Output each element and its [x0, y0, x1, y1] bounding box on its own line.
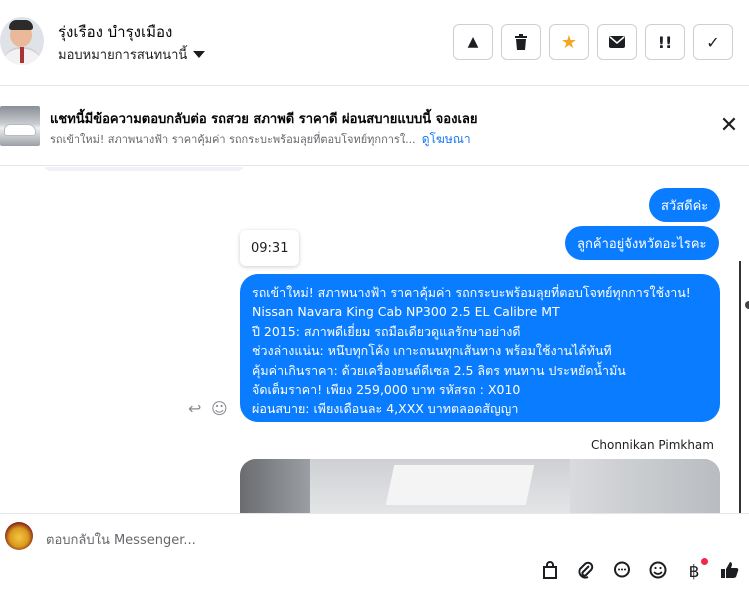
emoji-icon[interactable]: [647, 561, 669, 583]
mark-done-button[interactable]: ✓: [693, 24, 733, 60]
envelope-icon: [609, 36, 625, 48]
message-bubble[interactable]: สวัสดีค่ะ: [649, 188, 721, 222]
star-button[interactable]: ★: [549, 24, 589, 60]
message-photo[interactable]: [240, 459, 720, 513]
mark-unread-button[interactable]: [597, 24, 637, 60]
side-panel-edge: [739, 261, 749, 513]
previous-message-fragment: [44, 167, 244, 171]
thumbs-up-icon[interactable]: [719, 561, 741, 583]
react-emoji-icon[interactable]: ☺: [211, 399, 228, 418]
bag-icon[interactable]: [539, 561, 561, 583]
message-line: Nissan Navara King Cab NP300 2.5 EL Cali…: [252, 304, 560, 320]
conversation-header: รุ่งเรือง บำรุงเมือง มอบหมายการสนทนานี้ …: [0, 0, 749, 86]
reply-icon[interactable]: ↩: [188, 399, 201, 418]
ad-context-banner: แชทนี้มีข้อความตอบกลับต่อ รถสวย สภาพดี ร…: [0, 86, 749, 166]
message-line: ปี 2015: สภาพดีเยี่ยม รถมือเดียวดูแลรักษ…: [252, 323, 521, 339]
ad-subtitle: รถเข้าใหม่! สภาพนางฟ้า ราคาคุ้มค่า รถกระ…: [50, 130, 471, 149]
assign-conversation-dropdown[interactable]: มอบหมายการสนทนานี้: [58, 44, 206, 65]
ad-thumbnail[interactable]: [0, 106, 40, 146]
warning-icon: ▲: [467, 34, 479, 50]
view-ad-link[interactable]: ดูโฆษณา: [422, 132, 471, 146]
sender-name: Chonnikan Pimkham: [591, 438, 714, 452]
message-bubble-long[interactable]: รถเข้าใหม่! สภาพนางฟ้า ราคาคุ้มค่า รถกระ…: [240, 274, 720, 422]
double-exclamation-icon: !!: [657, 32, 673, 52]
message-line: ช่วงล่างแน่น: หนึบทุกโค้ง เกาะถนนทุกเส้น…: [252, 343, 612, 359]
close-icon[interactable]: ✕: [718, 115, 740, 138]
notification-dot: [701, 558, 708, 565]
contact-name[interactable]: รุ่งเรือง บำรุงเมือง: [58, 20, 172, 44]
follow-up-button[interactable]: !!: [645, 24, 685, 60]
message-line: จัดเต็มราคา! เพียง 259,000 บาท รหัสรถ : …: [252, 382, 521, 398]
delete-button[interactable]: [501, 24, 541, 60]
message-thread[interactable]: สวัสดีค่ะ ลูกค้าอยู่จังหวัดอะไรคะ 09:31 …: [0, 167, 749, 513]
caret-down-icon: [193, 51, 206, 58]
page-avatar: [5, 522, 33, 550]
reply-composer: ตอบกลับใน Messenger... ฿: [0, 513, 749, 593]
message-timestamp: 09:31: [240, 230, 300, 266]
checkmark-icon: ✓: [706, 32, 720, 52]
message-line: ผ่อนสบาย: เพียงเดือนละ 4,XXX บาทตลอดสัญญ…: [252, 401, 519, 417]
star-icon: ★: [560, 31, 578, 53]
trash-icon: [515, 34, 527, 50]
spam-button[interactable]: ▲: [453, 24, 493, 60]
ad-title: แชทนี้มีข้อความตอบกลับต่อ รถสวย สภาพดี ร…: [50, 112, 478, 127]
attachment-icon[interactable]: [575, 561, 597, 583]
message-line: คุ้มค่าเกินราคา: ด้วยเครื่องยนต์ดีเซล 2.…: [252, 362, 626, 378]
ad-subtitle-text: รถเข้าใหม่! สภาพนางฟ้า ราคาคุ้มค่า รถกระ…: [50, 133, 416, 146]
contact-avatar[interactable]: [0, 17, 44, 65]
reply-input[interactable]: ตอบกลับใน Messenger...: [46, 529, 196, 550]
chat-bubble-icon[interactable]: [611, 561, 633, 583]
assign-label: มอบหมายการสนทนานี้: [58, 48, 188, 63]
message-bubble[interactable]: ลูกค้าอยู่จังหวัดอะไรคะ: [565, 226, 719, 260]
message-line: รถเข้าใหม่! สภาพนางฟ้า ราคาคุ้มค่า รถกระ…: [252, 285, 691, 300]
